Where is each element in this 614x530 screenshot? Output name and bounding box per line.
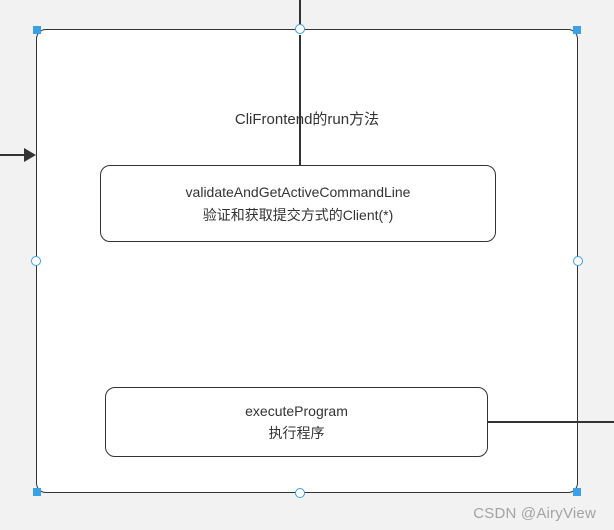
handle-top-right[interactable]	[573, 26, 581, 34]
node-validate[interactable]: validateAndGetActiveCommandLine 验证和获取提交方…	[100, 165, 496, 242]
connector-execute-out	[488, 421, 614, 423]
handle-bottom-left[interactable]	[33, 488, 41, 496]
port-top[interactable]	[295, 24, 305, 34]
handle-bottom-right[interactable]	[573, 488, 581, 496]
node-validate-line2: 验证和获取提交方式的Client(*)	[203, 204, 394, 226]
handle-top-left[interactable]	[33, 26, 41, 34]
port-bottom[interactable]	[295, 488, 305, 498]
connector-into-validate	[299, 35, 301, 165]
arrowhead-left-in	[24, 148, 36, 162]
node-validate-line1: validateAndGetActiveCommandLine	[186, 181, 411, 203]
node-execute-line2: 执行程序	[269, 422, 325, 444]
port-left[interactable]	[31, 256, 41, 266]
diagram-canvas: CliFrontend的run方法 validateAndGetActiveCo…	[0, 0, 614, 530]
node-execute-line1: executeProgram	[245, 400, 348, 422]
port-right[interactable]	[573, 256, 583, 266]
outer-title: CliFrontend的run方法	[37, 108, 577, 129]
node-execute[interactable]: executeProgram 执行程序	[105, 387, 488, 457]
connector-left-in	[0, 154, 24, 156]
watermark: CSDN @AiryView	[473, 505, 596, 522]
